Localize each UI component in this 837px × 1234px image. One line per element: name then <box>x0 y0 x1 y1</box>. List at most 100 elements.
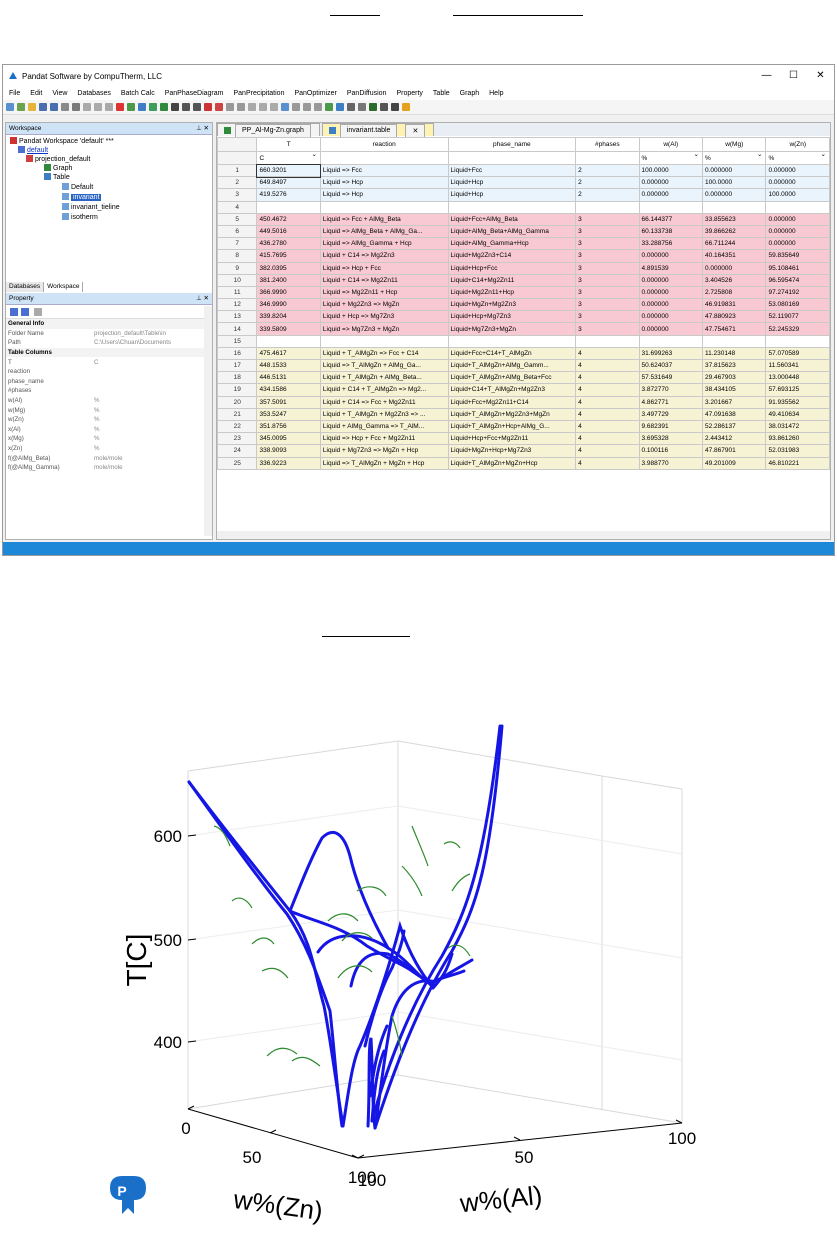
row-number[interactable]: 4 <box>217 200 258 214</box>
maximize-button[interactable]: ☐ <box>780 65 807 87</box>
table-cell[interactable]: 357.5091 <box>256 395 321 409</box>
table-cell[interactable]: Liquid+Hcp+Mg7Zn3 <box>447 310 577 324</box>
table-cell[interactable]: Liquid+Hcp <box>447 188 577 202</box>
table-cell[interactable]: 38.434105 <box>701 383 767 397</box>
table-cell[interactable]: Liquid => Hcp + Fcc + Mg2Zn11 <box>319 432 449 446</box>
unit-select[interactable]: C ⌄ <box>256 151 321 165</box>
table-cell[interactable]: 40.164351 <box>701 249 767 263</box>
minimize-button[interactable]: — <box>753 65 780 87</box>
table-cell[interactable]: 47.867901 <box>701 444 767 458</box>
table-cell[interactable]: 3 <box>575 249 640 263</box>
table-cell[interactable]: 2 <box>575 163 640 178</box>
table-cell[interactable]: Liquid + C14 => Fcc + Mg2Zn11 <box>319 395 449 409</box>
table-cell[interactable]: Liquid+Mg7Zn3+MgZn <box>447 322 577 336</box>
table-cell[interactable]: Liquid => Mg2Zn11 + Hcp <box>319 285 449 300</box>
table-cell[interactable]: 3.988770 <box>638 456 704 470</box>
table-row[interactable]: 11 366.9990 Liquid => Mg2Zn11 + Hcp Liquid+… <box>217 285 830 300</box>
table-cell[interactable]: 50.624037 <box>638 358 704 373</box>
table-cell[interactable]: 57.070589 <box>765 346 830 361</box>
table-cell[interactable]: 47.754671 <box>701 322 767 336</box>
row-number[interactable]: 16 <box>217 346 258 361</box>
table-cell[interactable]: Liquid+Mg2Zn3+C14 <box>447 249 577 263</box>
table-cell[interactable]: 4 <box>575 444 640 458</box>
table-cell[interactable]: 52.031983 <box>765 444 830 458</box>
table-row[interactable]: 23 345.0095 Liquid => Hcp + Fcc + Mg2Zn11 L… <box>217 432 830 446</box>
row-number[interactable]: 3 <box>217 188 258 202</box>
chevron-down-icon[interactable]: ⌄ <box>821 153 826 159</box>
table-row[interactable]: 5 450.4672 Liquid => Fcc + AlMg_Beta Liquid… <box>217 212 830 226</box>
table-cell[interactable]: Liquid + T_AlMgZn + AlMg_Beta... <box>319 371 449 385</box>
table-cell[interactable]: 415.7695 <box>256 249 321 263</box>
table-cell[interactable]: Liquid + T_AlMgZn => Fcc + C14 <box>319 346 449 361</box>
table-cell[interactable]: Liquid + Mg2Zn3 => MgZn <box>319 298 449 312</box>
table-cell[interactable]: Liquid + C14 => Mg2Zn3 <box>319 249 449 263</box>
property-row[interactable]: f(@AlMg_Gamma) mole/mole <box>6 463 206 473</box>
open-icon[interactable] <box>28 103 36 111</box>
row-number[interactable]: 1 <box>217 163 258 178</box>
cut-icon[interactable] <box>83 103 91 111</box>
row-number[interactable]: 14 <box>217 322 258 336</box>
table-cell[interactable]: 3 <box>575 285 640 300</box>
column-header[interactable]: w(Mg) <box>701 137 767 152</box>
table-cell[interactable]: Liquid + AlMg_Gamma => T_AlM... <box>319 419 449 434</box>
menu-file[interactable]: File <box>9 90 20 97</box>
table-row[interactable]: 6 449.5016 Liquid => AlMg_Beta + AlMg_Ga..… <box>217 224 830 239</box>
close-tab-icon[interactable]: ✕ <box>405 123 426 137</box>
table-cell[interactable]: 0.000000 <box>638 188 704 202</box>
flag-icon[interactable] <box>391 103 399 111</box>
table-cell[interactable]: Liquid+Fcc <box>447 163 577 178</box>
table-cell[interactable]: Liquid + Hcp => Mg7Zn3 <box>319 310 449 324</box>
property-row[interactable]: #phases <box>6 386 206 396</box>
menu-panoptimizer[interactable]: PanOptimizer <box>294 90 336 97</box>
table-cell[interactable]: Liquid => T_AlMgZn + AlMg_Ga... <box>319 358 449 373</box>
table-row[interactable]: 21 353.5247 Liquid + T_AlMgZn + Mg2Zn3 => … <box>217 407 830 421</box>
table-cell[interactable]: Liquid+Fcc+C14+T_AlMgZn <box>447 346 577 361</box>
table-row[interactable]: 12 346.9990 Liquid + Mg2Zn3 => MgZn Liquid+… <box>217 298 830 312</box>
property-value[interactable] <box>92 319 206 329</box>
table-cell[interactable]: 366.9990 <box>256 285 321 300</box>
save-all-icon[interactable] <box>50 103 58 111</box>
new-icon[interactable] <box>6 103 14 111</box>
table-cell[interactable]: 3 <box>575 224 640 239</box>
line-icon[interactable] <box>182 103 190 111</box>
table-cell[interactable]: Liquid+T_AlMgZn+AlMg_Gamm... <box>447 358 577 373</box>
table-cell[interactable]: 3 <box>575 322 640 336</box>
table-cell[interactable] <box>701 200 767 214</box>
property-value[interactable] <box>92 347 206 358</box>
tree-isotherm[interactable]: isotherm <box>62 213 98 222</box>
table-cell[interactable]: 60.133738 <box>638 224 704 239</box>
table-cell[interactable]: 450.4672 <box>256 212 321 226</box>
tree-root[interactable]: Pandat Workspace 'default' *** <box>10 137 114 146</box>
table-cell[interactable]: 0.000000 <box>701 188 767 202</box>
pane-pin-close-icon[interactable]: ⊥ ✕ <box>196 123 209 134</box>
table-cell[interactable]: Liquid+C14+T_AlMgZn+Mg2Zn3 <box>447 383 577 397</box>
table-cell[interactable]: 0.000000 <box>638 273 704 287</box>
print-icon[interactable] <box>72 103 80 111</box>
table-cell[interactable]: 31.699263 <box>638 346 704 361</box>
property-value[interactable]: % <box>92 444 206 454</box>
paste-icon[interactable] <box>105 103 113 111</box>
table-cell[interactable]: 46.919831 <box>701 298 767 312</box>
row-number[interactable]: 23 <box>217 432 258 446</box>
table-cell[interactable]: Liquid+AlMg_Gamma+Hcp <box>447 237 577 251</box>
row-number[interactable]: 6 <box>217 224 258 239</box>
table-cell[interactable]: Liquid => Hcp <box>319 176 449 190</box>
table-cell[interactable]: 3.404526 <box>701 273 767 287</box>
property-value[interactable]: C:\Users\Chuan\Documents <box>92 338 206 348</box>
menu-databases[interactable]: Databases <box>77 90 110 97</box>
table-cell[interactable]: Liquid+MgZn+Mg2Zn3 <box>447 298 577 312</box>
table-cell[interactable]: 0.000000 <box>638 176 704 190</box>
table-cell[interactable]: 0.000000 <box>765 176 830 190</box>
property-row[interactable]: phase_name <box>6 377 206 387</box>
table-cell[interactable]: Liquid+T_AlMgZn+Hcp+AlMg_G... <box>447 419 577 434</box>
tree-graph[interactable]: Graph <box>44 164 72 173</box>
table-cell[interactable]: 353.5247 <box>256 407 321 421</box>
table-cell[interactable]: Liquid => Hcp + Fcc <box>319 261 449 275</box>
table-cell[interactable]: 448.1533 <box>256 358 321 373</box>
table-cell[interactable]: 0.000000 <box>765 163 830 178</box>
table-cell[interactable]: 29.467903 <box>701 371 767 385</box>
table-cell[interactable]: 3 <box>575 310 640 324</box>
table-cell[interactable]: 0.000000 <box>638 298 704 312</box>
table-cell[interactable] <box>701 334 767 348</box>
table-cell[interactable]: 4.891539 <box>638 261 704 275</box>
